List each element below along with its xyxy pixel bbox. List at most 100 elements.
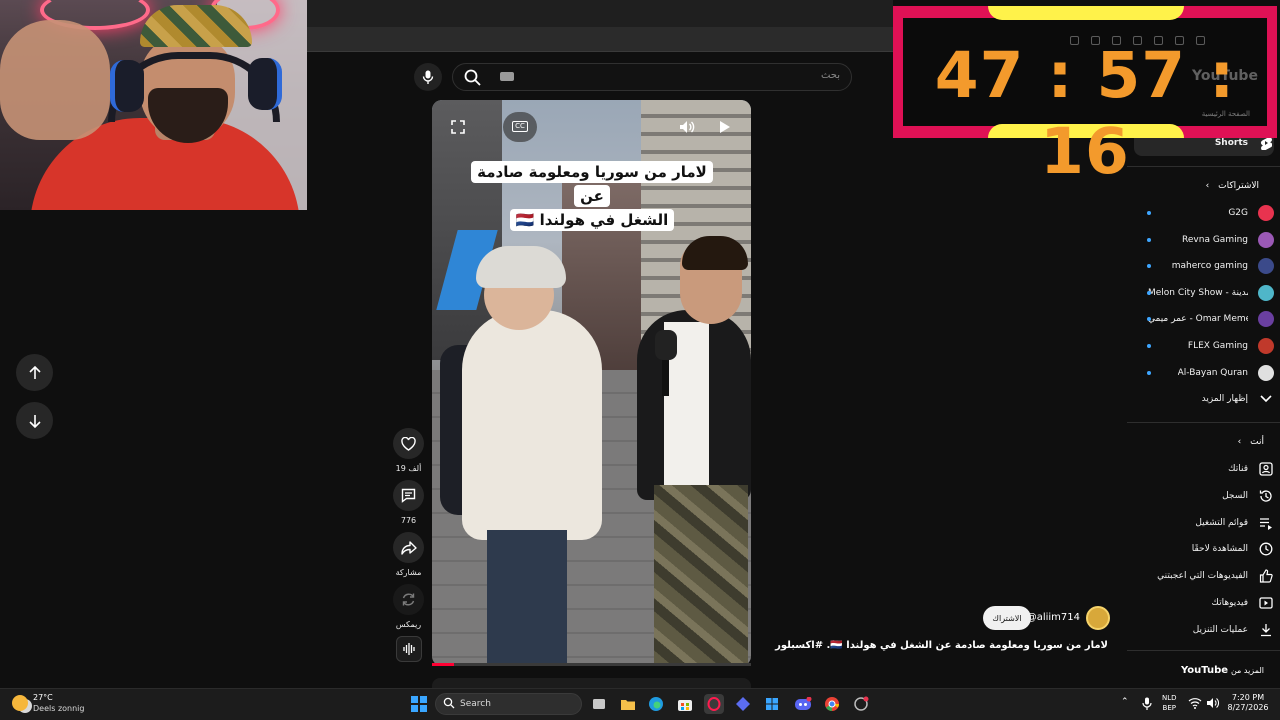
sidebar-item-history[interactable]: السجل xyxy=(1134,483,1274,509)
video-person-hat xyxy=(476,246,566,288)
channel-avatar xyxy=(1258,205,1274,221)
chrome-icon[interactable] xyxy=(822,694,842,714)
clock-date: 8/27/2026 xyxy=(1227,703,1269,712)
channel-avatar xyxy=(1258,311,1274,327)
chevron-down-icon xyxy=(1258,391,1274,407)
more-from-brand: YouTube xyxy=(1180,665,1229,676)
mic-icon xyxy=(422,70,434,84)
more-from-label: المزيد من xyxy=(1230,666,1264,675)
channel-avatar[interactable] xyxy=(1086,606,1110,630)
subscription-item[interactable]: G2G xyxy=(1134,200,1274,226)
sidebar-item-thumb-up[interactable]: الفيديوهات التي أعجبتني xyxy=(1134,563,1274,589)
weather-description[interactable]: Deels zonnig xyxy=(33,704,84,713)
wifi-icon[interactable] xyxy=(1188,697,1202,709)
new-content-dot xyxy=(1147,344,1151,348)
task-view-icon[interactable] xyxy=(589,694,609,714)
weather-temperature[interactable]: 27°C xyxy=(33,693,53,702)
new-content-dot xyxy=(1147,291,1151,295)
timer-glow xyxy=(988,6,1184,20)
sidebar-item-label: فيديوهاتك xyxy=(1211,598,1248,608)
discord-icon[interactable] xyxy=(793,694,813,714)
previous-short-button[interactable] xyxy=(16,354,53,391)
channel-avatar xyxy=(1258,258,1274,274)
mic-icon[interactable] xyxy=(1142,697,1152,710)
keyboard-layout: BEP xyxy=(1162,704,1176,712)
comments-button[interactable] xyxy=(393,480,424,511)
subscription-item[interactable]: عمر ميمي - Omar Meme xyxy=(1134,306,1274,332)
remix-button[interactable] xyxy=(393,584,424,615)
sidebar-item-label: قوائم التشغيل xyxy=(1195,518,1248,528)
show-more-button[interactable]: إظهار المزيد xyxy=(1134,386,1274,412)
video-progress-track[interactable] xyxy=(432,663,751,666)
channel-name[interactable]: @aliim714 xyxy=(1027,612,1080,623)
sidebar-item-playlist[interactable]: قوائم التشغيل xyxy=(1134,510,1274,536)
browser-toolbar xyxy=(307,27,893,52)
arrow-up-icon xyxy=(28,365,41,379)
clock[interactable]: 7:20 PM 8/27/2026 xyxy=(1226,693,1270,713)
play-button[interactable] xyxy=(710,112,740,142)
share-button[interactable] xyxy=(393,532,424,563)
taskbar-search[interactable] xyxy=(435,693,582,715)
taskbar-search-label: Search xyxy=(460,699,491,709)
app-icon[interactable] xyxy=(733,694,753,714)
opera-gx-icon[interactable] xyxy=(704,694,724,714)
video-caption-overlay: لامار من سوريا ومعلومة صادمة عن الشغل في… xyxy=(463,156,721,236)
sidebar-divider xyxy=(1127,650,1280,651)
file-explorer-icon[interactable] xyxy=(618,694,638,714)
store-icon[interactable] xyxy=(675,694,695,714)
sidebar-item-label: السجل xyxy=(1222,491,1248,501)
sidebar-item-video[interactable]: فيديوهاتك xyxy=(1134,590,1274,616)
subscription-item[interactable]: Al-Bayan Quran xyxy=(1134,360,1274,386)
subscription-item[interactable]: maherco gaming xyxy=(1134,253,1274,279)
sidebar-item-label: قناتك xyxy=(1228,464,1248,474)
new-content-dot xyxy=(1147,264,1151,268)
keyboard-icon[interactable] xyxy=(500,72,514,81)
subscription-item[interactable]: Revna Gaming xyxy=(1134,227,1274,253)
subscription-item[interactable]: FLEX Gaming xyxy=(1134,333,1274,359)
search-placeholder: بحث xyxy=(820,70,840,81)
windows-start-icon[interactable] xyxy=(411,696,427,712)
app-icon[interactable] xyxy=(851,694,871,714)
sidebar-item-person[interactable]: قناتك xyxy=(1134,456,1274,482)
channel-avatar xyxy=(1258,338,1274,354)
share-label: مشاركة xyxy=(395,568,422,577)
clock-time: 7:20 PM xyxy=(1231,693,1265,702)
voice-search-button[interactable] xyxy=(414,63,442,91)
webcam-overlay xyxy=(0,0,307,210)
subscribe-button[interactable]: الاشتراك xyxy=(983,606,1031,630)
you-header[interactable]: أنت › xyxy=(1238,437,1264,447)
subscription-name: FLEX Gaming xyxy=(1187,341,1248,351)
sidebar-item-download[interactable]: عمليات التنزيل xyxy=(1134,617,1274,643)
search-icon[interactable] xyxy=(463,68,483,88)
chevron-up-icon[interactable]: ⌃ xyxy=(1121,697,1129,707)
subscription-name: Al-Bayan Quran xyxy=(1177,368,1248,378)
cc-icon: CC xyxy=(512,121,528,132)
chevron-right-icon: › xyxy=(1237,437,1242,447)
next-short-preview[interactable] xyxy=(432,678,751,688)
new-content-dot xyxy=(1147,238,1151,242)
comment-count: 776 xyxy=(400,516,417,525)
subscription-name: Revna Gaming xyxy=(1182,235,1248,245)
short-title: لامار من سوريا ومعلومة صادمة عن الشغل في… xyxy=(775,640,1108,651)
sound-button[interactable] xyxy=(396,636,422,662)
person-icon xyxy=(1258,461,1274,477)
video-microphone xyxy=(655,330,677,360)
expand-button[interactable] xyxy=(443,112,473,142)
weather-partly-sunny-icon[interactable] xyxy=(12,695,28,711)
new-content-dot xyxy=(1147,317,1151,321)
volume-icon[interactable] xyxy=(1206,697,1220,709)
new-content-dot xyxy=(1147,211,1151,215)
search-icon xyxy=(443,697,455,709)
video-person-pants xyxy=(654,485,748,666)
input-language[interactable]: NLD BEP xyxy=(1162,693,1177,713)
cam-person-hand xyxy=(0,20,110,140)
next-short-button[interactable] xyxy=(16,402,53,439)
subscription-name: Melon City Show - مدينة ... xyxy=(1148,288,1248,298)
sidebar-item-clock[interactable]: المشاهدة لاحقًا xyxy=(1134,536,1274,562)
edge-browser-icon[interactable] xyxy=(646,694,666,714)
like-button[interactable] xyxy=(393,428,424,459)
windows-app-icon[interactable] xyxy=(762,694,782,714)
subscription-item[interactable]: Melon City Show - مدينة ... xyxy=(1134,280,1274,306)
volume-button[interactable] xyxy=(672,112,702,142)
sidebar-item-label: المشاهدة لاحقًا xyxy=(1191,544,1248,554)
